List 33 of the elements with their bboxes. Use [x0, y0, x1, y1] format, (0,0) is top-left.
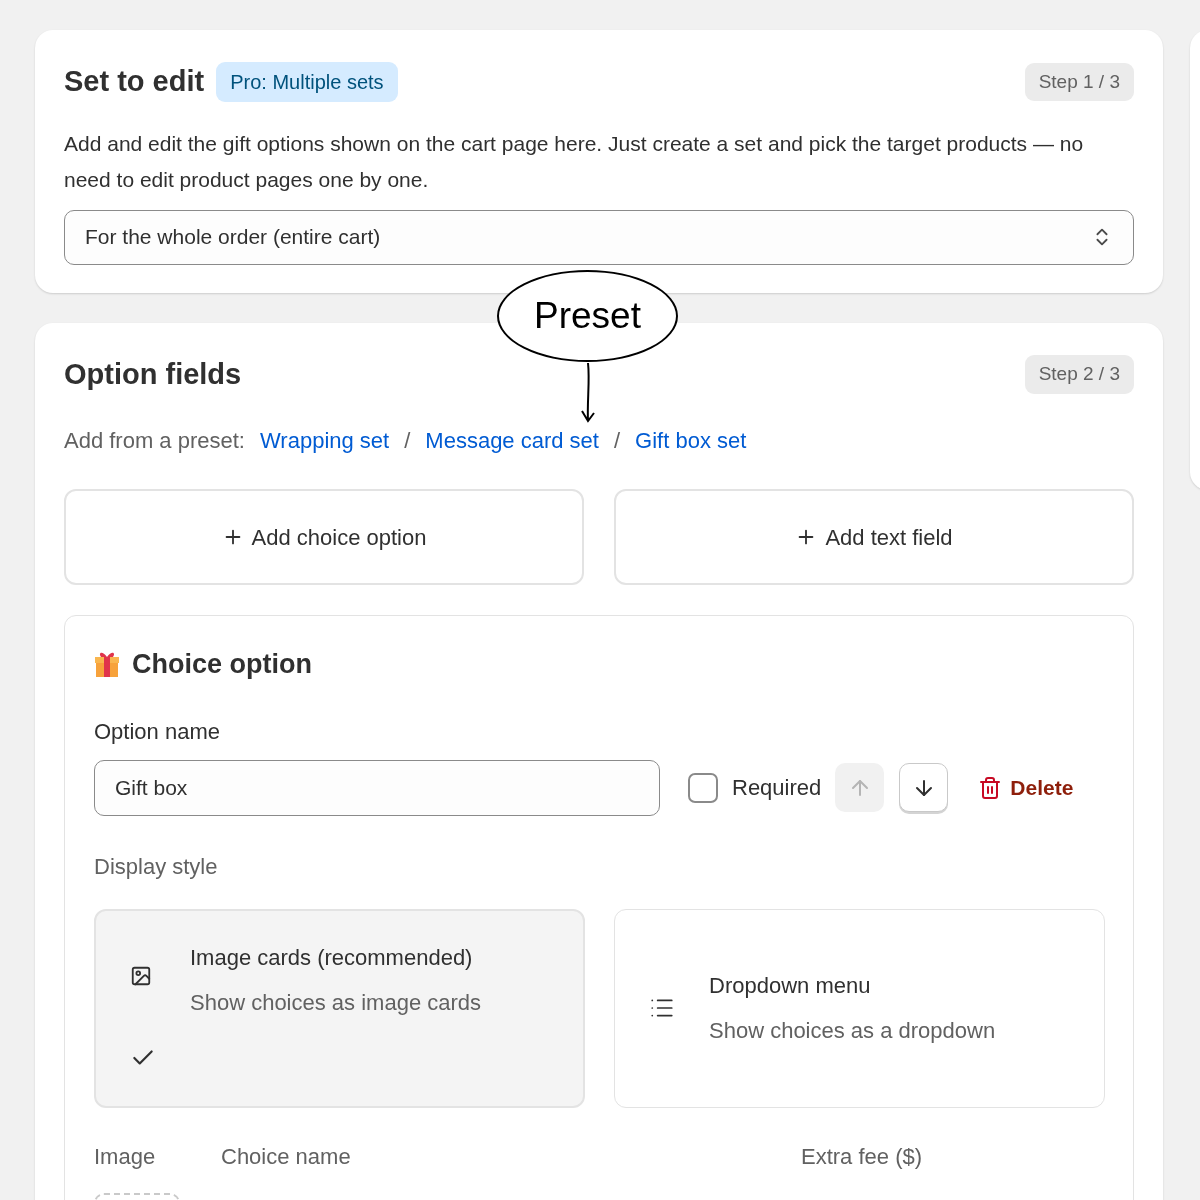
style-description: Show choices as image cards: [190, 988, 482, 1017]
field-label: Option name: [94, 717, 221, 746]
target-select[interactable]: For the whole order (entire cart): [64, 209, 1134, 265]
required-checkbox[interactable]: Required: [688, 771, 822, 804]
column-header: Image: [94, 1142, 157, 1171]
preset-link[interactable]: Wrapping set: [260, 424, 390, 457]
step-badge: Step 2 / 3: [1024, 355, 1134, 394]
section-title: Choice option: [132, 648, 312, 681]
separator-text: /: [404, 427, 411, 455]
move-down-button[interactable]: [899, 763, 949, 812]
style-title: Dropdown menu: [709, 972, 872, 1000]
add-button[interactable]: Add text field: [614, 489, 1134, 585]
description-text: Add and edit the gift options shown on the cart page here. Just create a set and pick the target products — no need to edit product pages one by one.: [64, 130, 1085, 193]
option-name-field[interactable]: Gift box: [94, 759, 660, 816]
preset-link[interactable]: Gift box set: [635, 424, 747, 457]
style-description: Show choices as a dropdown: [709, 1017, 996, 1045]
preset-link[interactable]: Message card set: [425, 424, 599, 457]
pro-badge: Pro: Multiple sets: [216, 61, 398, 102]
image-icon: [130, 964, 152, 987]
column-header: Extra fee ($): [801, 1142, 924, 1171]
card-title: Option fields: [64, 356, 242, 392]
style-title: Image cards (recommended): [190, 943, 474, 972]
add-button[interactable]: Add choice option: [64, 489, 584, 585]
step-badge: Step 1 / 3: [1024, 62, 1134, 101]
card-title: Set to edit: [64, 64, 205, 99]
column-header: Choice name: [221, 1142, 352, 1171]
field-label: Display style: [94, 852, 219, 881]
display-style-option[interactable]: Image cards (recommended) Show choices as image cards: [94, 908, 585, 1108]
preset-label: Add from a preset:: [64, 427, 245, 455]
separator-text: /: [613, 427, 621, 455]
trash-icon: [978, 775, 1003, 800]
display-style-option[interactable]: Dropdown menu Show choices as a dropdown: [614, 908, 1105, 1108]
delete-button[interactable]: Delete: [978, 771, 1074, 804]
